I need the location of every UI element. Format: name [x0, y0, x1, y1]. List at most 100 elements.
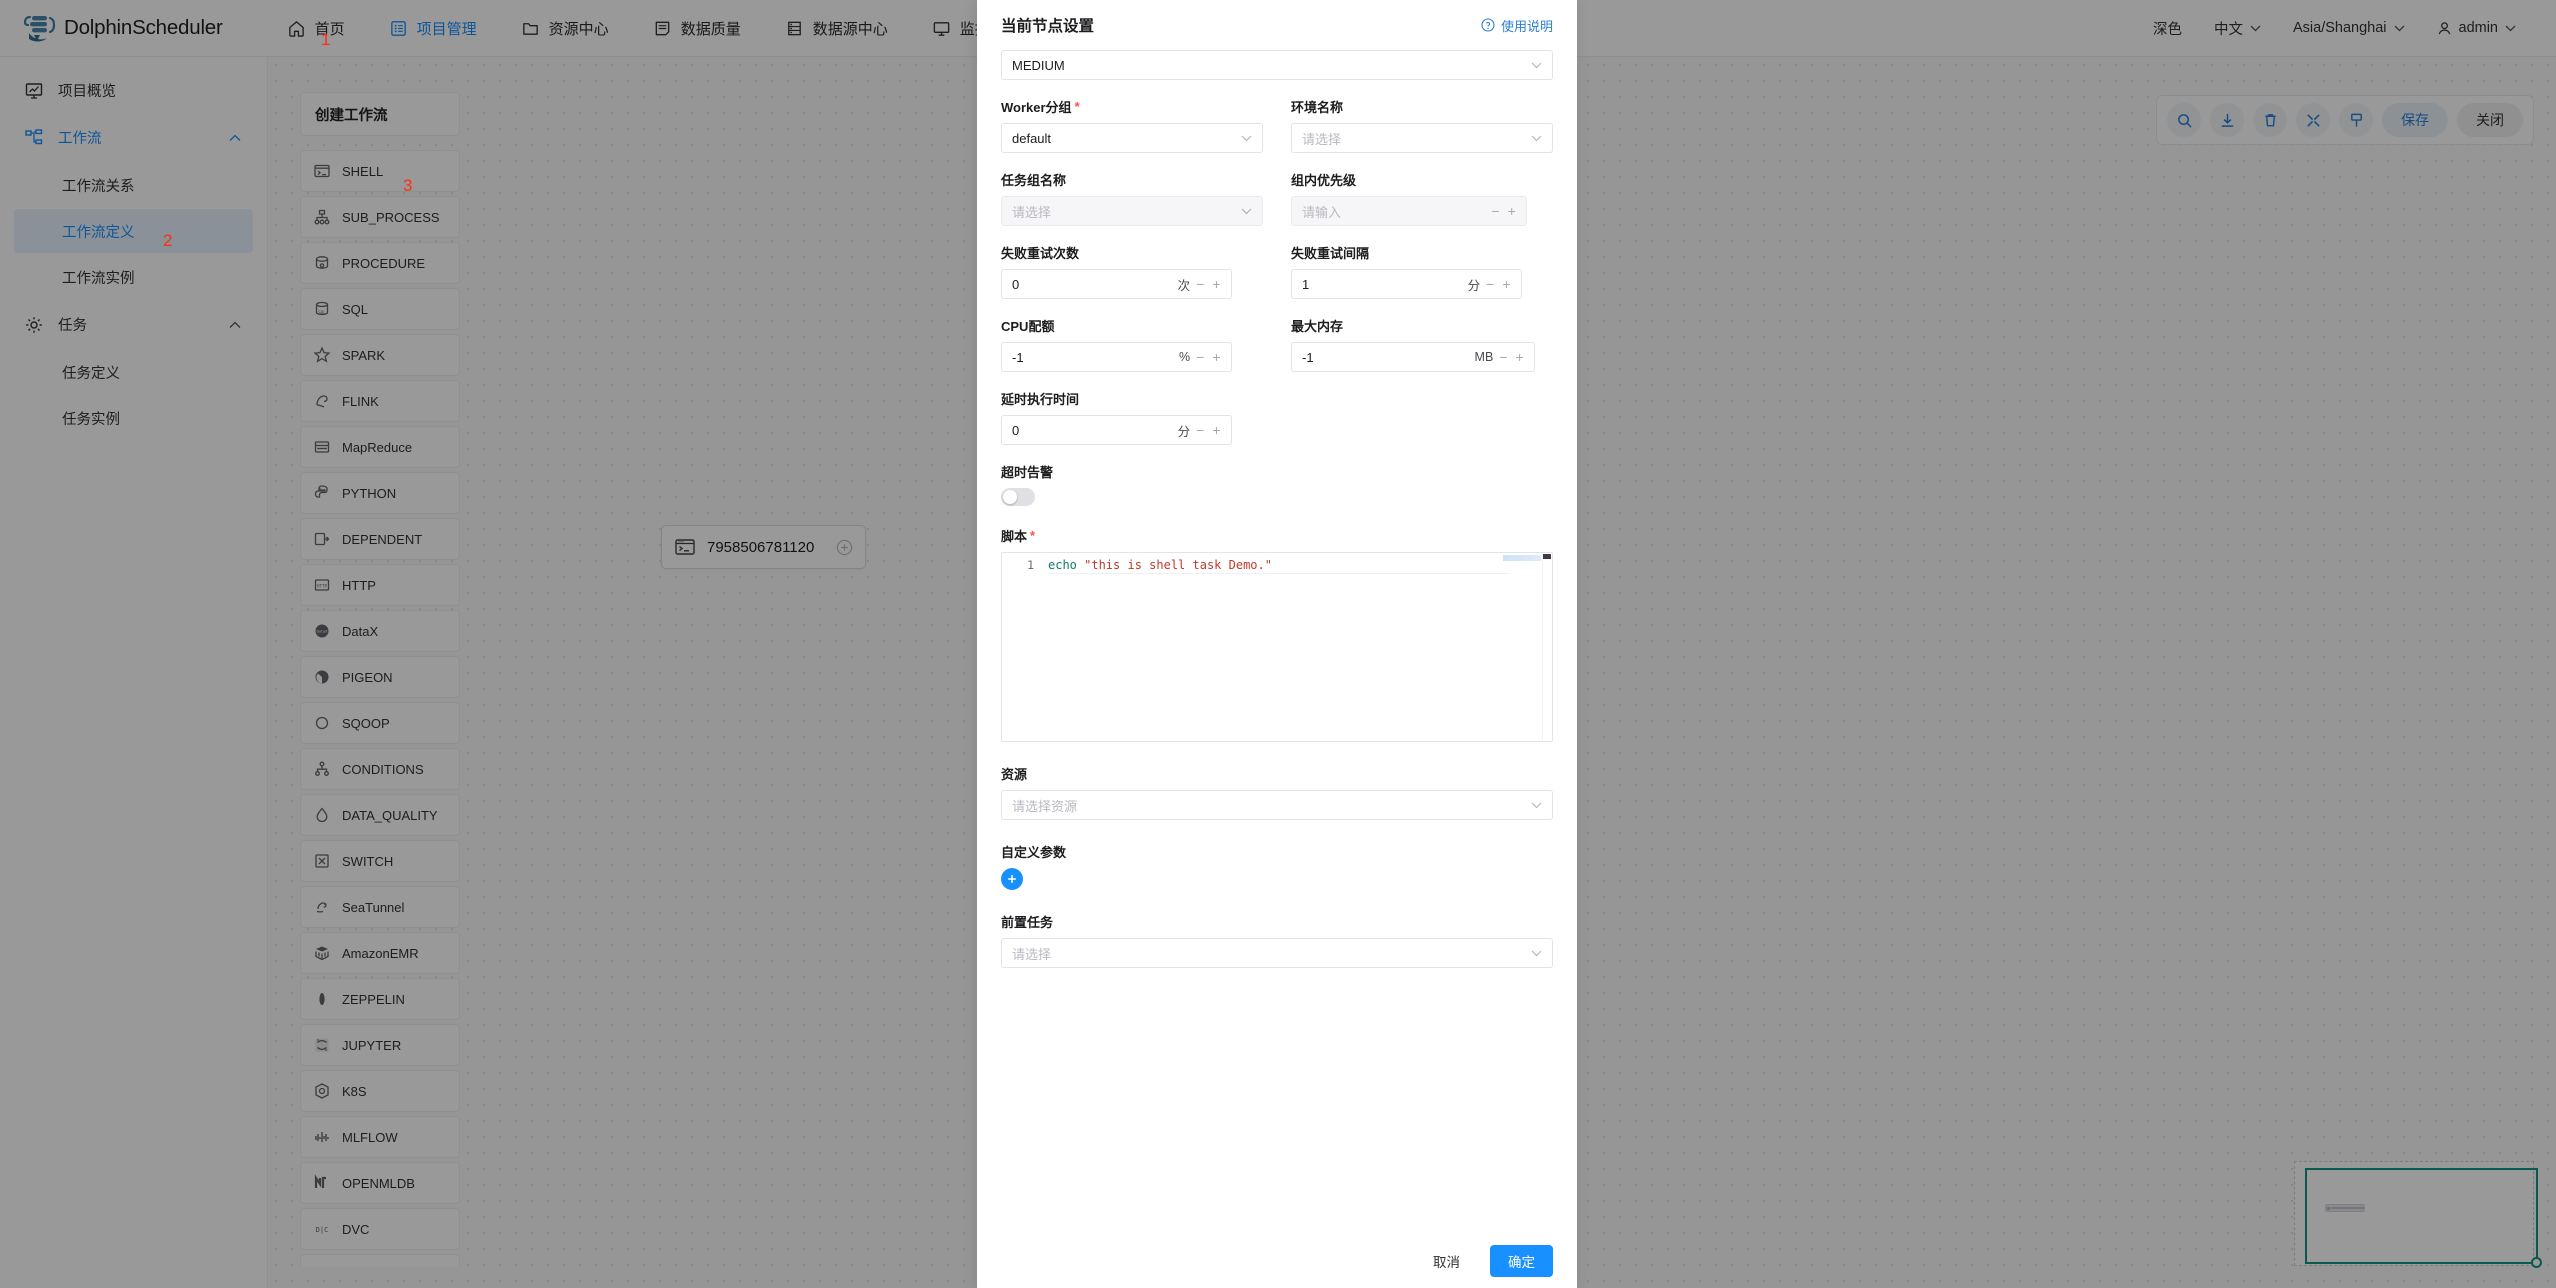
worker-group-value: default — [1012, 131, 1051, 146]
stepper-increment[interactable]: + — [1502, 276, 1510, 292]
stepper-decrement[interactable]: − — [1196, 276, 1204, 292]
cpu-quota-input[interactable]: -1 % − + — [1001, 342, 1232, 372]
cpu-quota-unit: % — [1179, 350, 1196, 364]
retry-times-field: 失败重试次数 0 次 − + — [1001, 243, 1263, 299]
cpu-quota-label-wrap: CPU配额 — [1001, 316, 1263, 335]
required-marker: * — [1030, 529, 1035, 542]
stepper-decrement[interactable]: − — [1491, 203, 1499, 219]
node-settings-dialog: 当前节点设置 使用说明 MEDIUM — [977, 0, 1577, 1288]
resource-placeholder: 请选择资源 — [1012, 796, 1077, 815]
max-memory-input[interactable]: -1 MB − + — [1291, 342, 1535, 372]
task-group-select[interactable]: 请选择 — [1001, 196, 1263, 226]
environment-field: 环境名称 请选择 — [1291, 97, 1553, 153]
confirm-button-label: 确定 — [1508, 1251, 1535, 1271]
delay-time-stepper[interactable]: − + — [1196, 422, 1220, 438]
stepper-increment[interactable]: + — [1515, 349, 1523, 365]
delay-time-unit: 分 — [1178, 421, 1197, 440]
max-memory-label-wrap: 最大内存 — [1291, 316, 1553, 335]
cpu-quota-value: -1 — [1012, 350, 1024, 365]
max-memory-field: 最大内存 -1 MB − + — [1291, 316, 1553, 372]
stepper-decrement[interactable]: − — [1196, 422, 1204, 438]
timeout-alarm-label-wrap: 超时告警 — [1001, 462, 1553, 481]
dialog-footer: 取消 确定 — [977, 1234, 1577, 1288]
editor-scrollbar-thumb[interactable] — [1543, 554, 1551, 559]
chevron-down-icon — [1531, 62, 1542, 69]
stepper-decrement[interactable]: − — [1196, 349, 1204, 365]
chevron-down-icon — [1241, 135, 1252, 142]
cancel-button[interactable]: 取消 — [1417, 1245, 1476, 1277]
custom-params-field: 自定义参数 — [1001, 842, 1553, 890]
editor-gutter: 1 — [1002, 553, 1042, 741]
editor-minimap — [1503, 555, 1541, 561]
retry-interval-label-wrap: 失败重试间隔 — [1291, 243, 1553, 262]
group-priority-label: 组内优先级 — [1291, 170, 1356, 189]
retry-times-stepper[interactable]: − + — [1196, 276, 1220, 292]
stepper-increment[interactable]: + — [1212, 276, 1220, 292]
retry-interval-stepper[interactable]: − + — [1486, 276, 1510, 292]
resource-select[interactable]: 请选择资源 — [1001, 790, 1553, 820]
retry-interval-label: 失败重试间隔 — [1291, 243, 1369, 262]
script-label-wrap: 脚本 * — [1001, 526, 1553, 545]
timeout-alarm-toggle[interactable] — [1001, 488, 1035, 506]
stepper-increment[interactable]: + — [1508, 203, 1516, 219]
retry-interval-unit: 分 — [1468, 275, 1487, 294]
priority-field: MEDIUM — [1001, 50, 1553, 80]
environment-select[interactable]: 请选择 — [1291, 123, 1553, 153]
pre-tasks-label-wrap: 前置任务 — [1001, 912, 1553, 931]
dialog-body: MEDIUM Worker分组 * default — [977, 36, 1577, 1234]
pre-tasks-placeholder: 请选择 — [1012, 944, 1051, 963]
cpu-quota-stepper[interactable]: − + — [1196, 349, 1220, 365]
priority-select[interactable]: MEDIUM — [1001, 50, 1553, 80]
retry-times-input[interactable]: 0 次 − + — [1001, 269, 1232, 299]
pre-tasks-select[interactable]: 请选择 — [1001, 938, 1553, 968]
retry-interval-field: 失败重试间隔 1 分 − + — [1291, 243, 1553, 299]
editor-scrollbar[interactable] — [1542, 553, 1552, 741]
delay-row: 延时执行时间 0 分 − + — [1001, 389, 1553, 445]
timeout-alarm-field: 超时告警 — [1001, 462, 1553, 506]
chevron-down-icon — [1531, 135, 1542, 142]
chevron-down-icon — [1241, 208, 1252, 215]
add-custom-param-button[interactable] — [1001, 868, 1023, 890]
task-group-placeholder: 请选择 — [1012, 202, 1051, 221]
cpu-quota-label: CPU配额 — [1001, 316, 1054, 335]
stepper-increment[interactable]: + — [1212, 349, 1220, 365]
toggle-knob — [1003, 490, 1017, 504]
max-memory-stepper[interactable]: − + — [1499, 349, 1523, 365]
delay-time-input[interactable]: 0 分 − + — [1001, 415, 1232, 445]
timeout-alarm-label: 超时告警 — [1001, 462, 1053, 481]
retry-interval-value: 1 — [1302, 277, 1309, 292]
retry-times-label-wrap: 失败重试次数 — [1001, 243, 1263, 262]
retry-times-unit: 次 — [1178, 275, 1197, 294]
help-icon — [1481, 18, 1495, 32]
worker-group-label-wrap: Worker分组 * — [1001, 97, 1263, 116]
group-priority-input[interactable]: 请输入 − + — [1291, 196, 1527, 226]
worker-group-select[interactable]: default — [1001, 123, 1263, 153]
cancel-button-label: 取消 — [1433, 1251, 1460, 1271]
dialog-header: 当前节点设置 使用说明 — [977, 0, 1577, 36]
cpu-quota-field: CPU配额 -1 % − + — [1001, 316, 1263, 372]
custom-params-label-wrap: 自定义参数 — [1001, 842, 1553, 861]
max-memory-unit: MB — [1475, 350, 1500, 364]
confirm-button[interactable]: 确定 — [1490, 1245, 1553, 1277]
stepper-decrement[interactable]: − — [1486, 276, 1494, 292]
retry-times-label: 失败重试次数 — [1001, 243, 1079, 262]
script-editor[interactable]: 1 echo "this is shell task Demo." — [1001, 552, 1553, 742]
script-field: 脚本 * 1 echo "this is shell task Demo." — [1001, 526, 1553, 742]
retry-times-value: 0 — [1012, 277, 1019, 292]
stepper-increment[interactable]: + — [1212, 422, 1220, 438]
help-link[interactable]: 使用说明 — [1481, 16, 1553, 35]
code-token-command: echo — [1048, 558, 1077, 572]
task-group-field: 任务组名称 请选择 — [1001, 170, 1263, 226]
group-priority-label-wrap: 组内优先级 — [1291, 170, 1553, 189]
max-memory-value: -1 — [1302, 350, 1314, 365]
priority-value: MEDIUM — [1012, 58, 1065, 73]
retry-interval-input[interactable]: 1 分 − + — [1291, 269, 1522, 299]
delay-time-field: 延时执行时间 0 分 − + — [1001, 389, 1263, 445]
group-priority-stepper[interactable]: − + — [1491, 203, 1515, 219]
group-priority-field: 组内优先级 请输入 − + — [1291, 170, 1553, 226]
chevron-down-icon — [1531, 802, 1542, 809]
environment-label: 环境名称 — [1291, 97, 1343, 116]
stepper-decrement[interactable]: − — [1499, 349, 1507, 365]
editor-line-number: 1 — [1027, 558, 1034, 572]
retry-row: 失败重试次数 0 次 − + 失败重试间隔 — [1001, 243, 1553, 299]
